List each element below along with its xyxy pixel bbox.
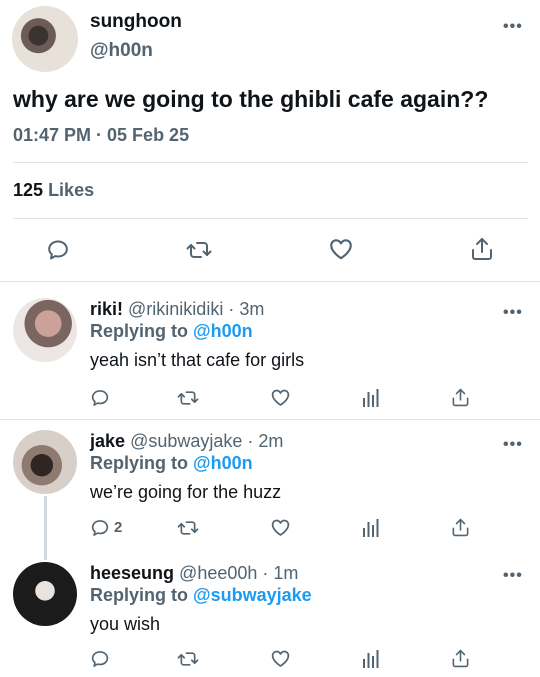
reply-text: we’re going for the huzz [90, 482, 282, 502]
handle[interactable]: @subwayjake [130, 431, 242, 451]
handle[interactable]: @h00n [90, 40, 153, 62]
timestamp[interactable]: 1m [273, 563, 298, 583]
reply-tweet: riki! @rikinikidiki · 3m ••• Replying to… [0, 282, 540, 419]
more-options-icon[interactable]: ••• [503, 437, 523, 453]
more-options-icon[interactable]: ••• [503, 568, 523, 584]
mention-link[interactable]: @subwayjake [193, 585, 312, 605]
handle[interactable]: @rikinikidiki [128, 299, 223, 319]
reply-icon[interactable] [90, 518, 110, 538]
reply-icon[interactable] [90, 388, 110, 408]
like-icon[interactable] [270, 387, 291, 408]
like-icon[interactable] [270, 648, 291, 669]
more-options-icon[interactable]: ••• [503, 305, 523, 321]
reply-icon[interactable] [46, 238, 70, 262]
handle[interactable]: @hee00h [179, 563, 257, 583]
mention-link[interactable]: @h00n [193, 453, 253, 473]
replying-to: Replying to @h00n [90, 321, 253, 341]
main-tweet: sunghoon @h00n ••• why are we going to t… [0, 0, 540, 281]
likes-label: Likes [48, 180, 95, 200]
timestamp[interactable]: 3m [239, 299, 264, 319]
analytics-icon[interactable] [362, 388, 380, 408]
avatar[interactable] [13, 430, 77, 494]
retweet-icon[interactable] [177, 388, 199, 408]
reply-header: riki! @rikinikidiki · 3m [90, 299, 265, 319]
reply-tweet: jake @subwayjake · 2m ••• Replying to @h… [0, 420, 540, 557]
reply-header: heeseung @hee00h · 1m [90, 563, 299, 583]
retweet-icon[interactable] [177, 649, 199, 669]
avatar[interactable] [13, 562, 77, 626]
divider [13, 162, 528, 163]
like-icon[interactable] [328, 236, 354, 262]
replying-to: Replying to @h00n [90, 453, 253, 473]
tweet-text: why are we going to the ghibli cafe agai… [13, 86, 489, 112]
reply-text: you wish [90, 614, 161, 634]
retweet-icon[interactable] [177, 518, 199, 538]
display-name[interactable]: riki! [90, 299, 123, 319]
divider [13, 218, 528, 219]
reply-tweet: heeseung @hee00h · 1m ••• Replying to @s… [0, 557, 540, 677]
likes-stat[interactable]: 125 Likes [13, 180, 94, 201]
more-options-icon[interactable]: ••• [503, 19, 523, 35]
tweet-timestamp[interactable]: 01:47 PM · 05 Feb 25 [13, 125, 189, 146]
share-icon[interactable] [470, 236, 494, 262]
avatar[interactable] [12, 6, 78, 72]
display-name[interactable]: sunghoon [90, 11, 182, 33]
like-icon[interactable] [270, 517, 291, 538]
mention-link[interactable]: @h00n [193, 321, 253, 341]
avatar[interactable] [13, 298, 77, 362]
display-name[interactable]: heeseung [90, 563, 174, 583]
retweet-icon[interactable] [186, 238, 212, 262]
reply-count: 2 [114, 519, 123, 536]
timestamp[interactable]: 2m [258, 431, 283, 451]
reply-icon[interactable] [90, 649, 110, 669]
reply-header: jake @subwayjake · 2m [90, 431, 284, 451]
share-icon[interactable] [451, 648, 470, 669]
analytics-icon[interactable] [362, 649, 380, 669]
likes-count: 125 [13, 180, 44, 200]
display-name[interactable]: jake [90, 431, 125, 451]
replying-to: Replying to @subwayjake [90, 585, 312, 605]
reply-text: yeah isn’t that cafe for girls [90, 350, 305, 370]
analytics-icon[interactable] [362, 518, 380, 538]
share-icon[interactable] [451, 387, 470, 408]
share-icon[interactable] [451, 517, 470, 538]
